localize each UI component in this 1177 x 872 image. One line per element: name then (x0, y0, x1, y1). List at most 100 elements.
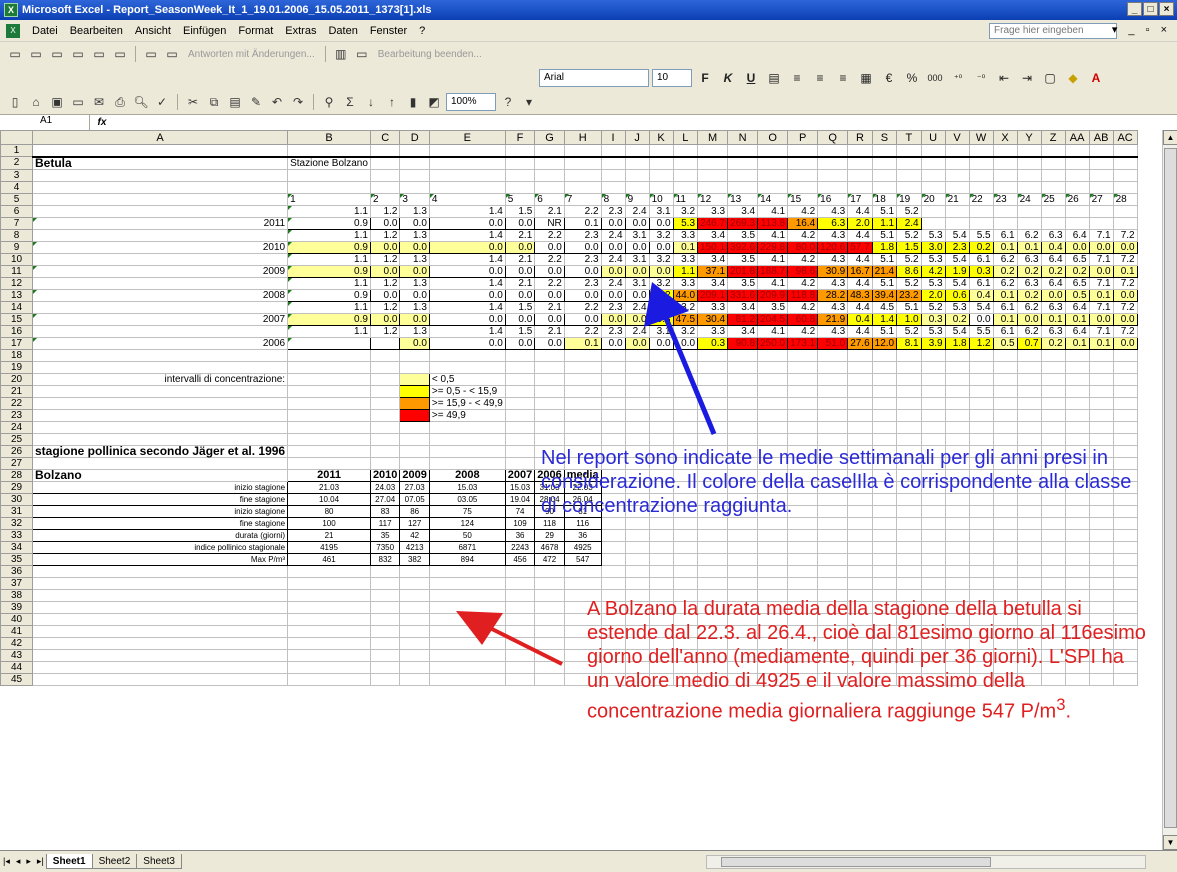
cell[interactable] (287, 408, 371, 422)
week-date-cell[interactable]: 3.2 (672, 204, 699, 218)
cell[interactable] (1112, 216, 1138, 230)
week-date-cell[interactable]: 1.3 (399, 204, 430, 218)
cell[interactable] (624, 144, 650, 158)
help-search-input[interactable]: Frage hier eingeben (989, 23, 1117, 39)
cell[interactable] (1064, 564, 1090, 578)
concentration-cell[interactable]: 0.0 (399, 264, 430, 278)
cell[interactable] (504, 576, 536, 590)
cell[interactable] (896, 156, 922, 170)
week-date-cell[interactable]: 3.1 (624, 228, 650, 242)
cell[interactable] (871, 552, 898, 566)
cell[interactable] (399, 360, 430, 374)
week-date-cell[interactable]: 4.3 (817, 228, 849, 242)
cell[interactable] (992, 360, 1018, 374)
season-value[interactable]: 19.04 (504, 492, 536, 506)
decrease-indent-icon[interactable]: ⇤ (994, 69, 1014, 87)
legend-text[interactable]: >= 15,9 - < 49,9 (428, 396, 506, 410)
cell[interactable] (1064, 372, 1090, 386)
week-date-cell[interactable]: 5.4 (944, 276, 970, 290)
concentration-cell[interactable]: 0.0 (648, 336, 674, 350)
cell[interactable] (1040, 420, 1066, 434)
concentration-cell[interactable]: 3.9 (920, 336, 946, 350)
concentration-cell[interactable]: 113.8 (757, 216, 789, 230)
week-date-cell[interactable]: 6.2 (1016, 324, 1042, 338)
season-value[interactable]: 118 (534, 516, 565, 530)
cell[interactable] (1040, 516, 1066, 530)
cell[interactable] (920, 432, 946, 446)
week-date-cell[interactable]: 7.1 (1088, 228, 1114, 242)
menu-ansicht[interactable]: Ansicht (129, 25, 177, 37)
cell[interactable] (1088, 360, 1114, 374)
row-header[interactable]: 16 (0, 324, 33, 338)
cell[interactable] (563, 144, 602, 158)
week-date-cell[interactable]: 7.2 (1112, 300, 1138, 314)
week-date-cell[interactable]: 7.2 (1112, 324, 1138, 338)
week-date-cell[interactable]: 6.4 (1064, 228, 1090, 242)
cell[interactable] (624, 372, 650, 386)
cell[interactable] (563, 432, 602, 446)
season-value[interactable]: 4925 (563, 540, 602, 554)
cell[interactable] (1040, 576, 1066, 590)
concentration-cell[interactable]: 1.5 (896, 240, 922, 254)
week-date-cell[interactable]: 3.3 (697, 324, 729, 338)
cell[interactable] (672, 420, 699, 434)
cell[interactable] (787, 552, 819, 566)
cell[interactable] (1112, 540, 1138, 554)
week-date-cell[interactable]: 5.5 (968, 228, 994, 242)
concentration-cell[interactable]: 0.0 (369, 312, 401, 326)
cell[interactable] (817, 360, 849, 374)
cell[interactable] (787, 168, 819, 182)
week-date-cell[interactable]: 6.5 (1064, 276, 1090, 290)
cell[interactable] (600, 396, 626, 410)
concentration-cell[interactable]: 0.0 (600, 216, 626, 230)
legend-swatch[interactable] (399, 396, 430, 410)
concentration-cell[interactable]: 2.0 (920, 288, 946, 302)
row-header[interactable]: 30 (0, 492, 33, 506)
concentration-cell[interactable]: 0.0 (534, 336, 565, 350)
cell[interactable] (727, 144, 759, 158)
concentration-cell[interactable]: 0.0 (624, 240, 650, 254)
week-date-cell[interactable]: 4.1 (757, 252, 789, 266)
row-header[interactable]: 17 (0, 336, 33, 350)
season-metric-label[interactable]: fine stagione (31, 516, 289, 530)
cell[interactable] (369, 444, 401, 458)
cell[interactable] (757, 396, 789, 410)
week-number[interactable]: 10 (648, 192, 674, 206)
cell[interactable] (871, 144, 898, 158)
row-header[interactable]: 34 (0, 540, 33, 554)
cell[interactable] (968, 360, 994, 374)
season-value[interactable]: 124 (428, 516, 506, 530)
concentration-cell[interactable]: 0.0 (600, 336, 626, 350)
cell[interactable] (369, 432, 401, 446)
cell[interactable] (534, 600, 565, 614)
season-value[interactable]: 382 (399, 552, 430, 566)
cell[interactable] (31, 144, 289, 158)
row-header[interactable]: 31 (0, 504, 33, 518)
cell[interactable] (968, 528, 994, 542)
cell[interactable] (1064, 168, 1090, 182)
week-date-cell[interactable]: 3.5 (727, 276, 759, 290)
week-date-cell[interactable]: 4.1 (757, 324, 789, 338)
cell[interactable] (1088, 552, 1114, 566)
week-date-cell[interactable]: 2.4 (600, 228, 626, 242)
cell[interactable] (287, 396, 371, 410)
cell[interactable] (600, 576, 626, 590)
review-icon-7[interactable]: ▭ (142, 45, 160, 63)
concentration-cell[interactable]: 0.0 (399, 288, 430, 302)
cell[interactable] (727, 180, 759, 194)
week-date-cell[interactable]: 3.2 (648, 228, 674, 242)
season-value[interactable]: 27.04 (369, 492, 401, 506)
cell[interactable] (648, 540, 674, 554)
row-header[interactable]: 14 (0, 300, 33, 314)
week-date-cell[interactable]: 3.1 (648, 324, 674, 338)
concentration-cell[interactable]: 0.0 (504, 288, 536, 302)
cell[interactable] (1112, 552, 1138, 566)
week-date-cell[interactable]: 1.4 (428, 204, 506, 218)
row-header[interactable]: 8 (0, 228, 33, 242)
concentration-cell[interactable]: 250.0 (757, 336, 789, 350)
concentration-cell[interactable]: 0.1 (1064, 336, 1090, 350)
week-label-row[interactable] (31, 252, 289, 266)
cell[interactable] (871, 168, 898, 182)
season-metric-label[interactable]: fine stagione (31, 492, 289, 506)
concentration-cell[interactable] (287, 336, 371, 350)
